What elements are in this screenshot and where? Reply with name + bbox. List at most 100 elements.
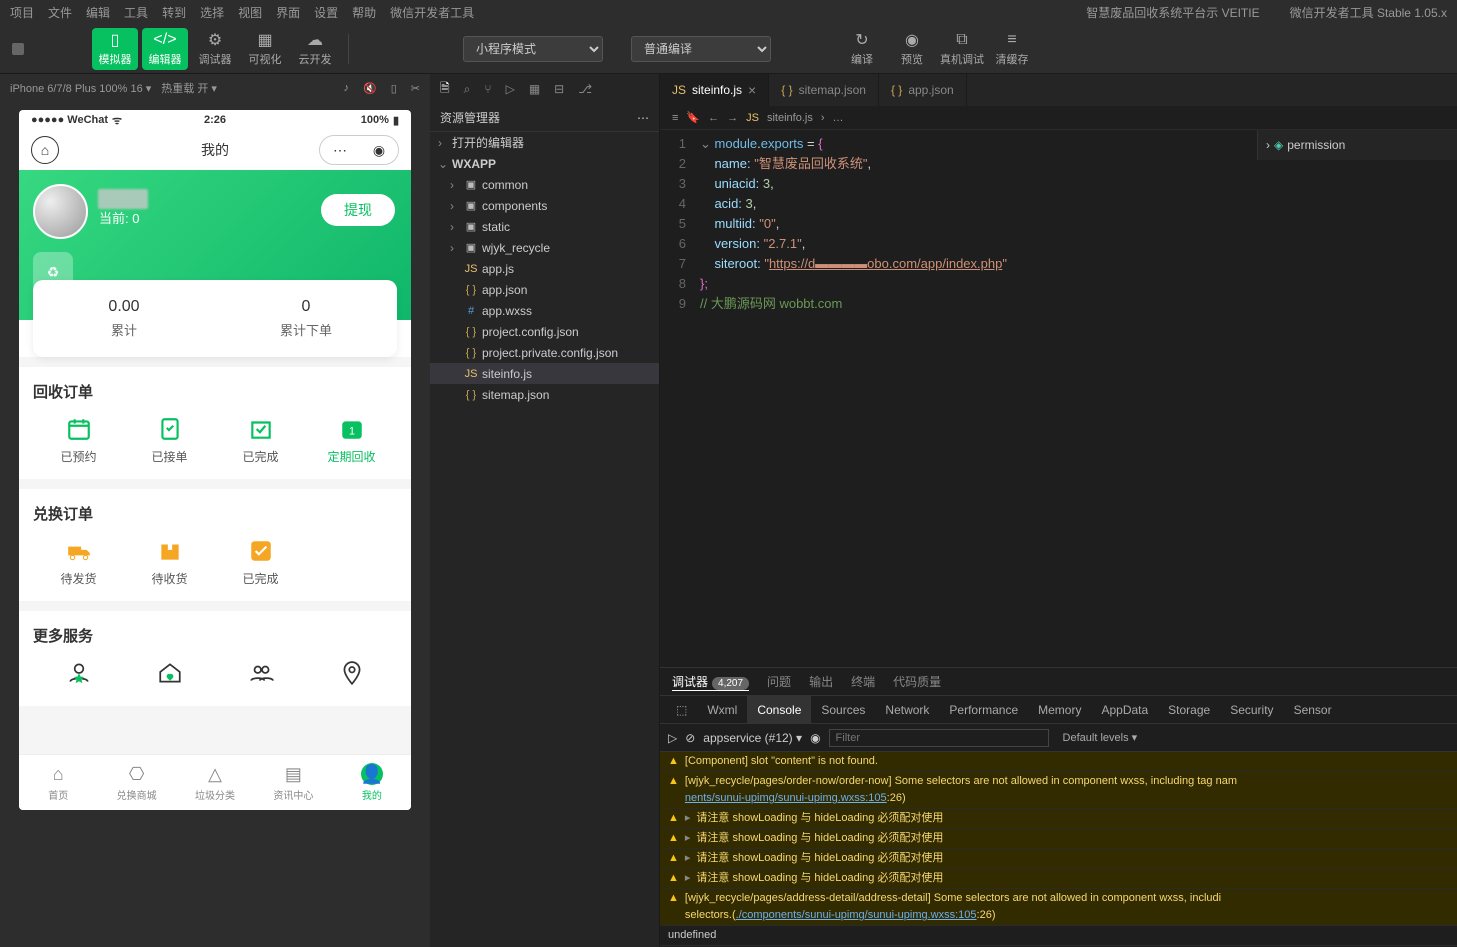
devtab-security[interactable]: Security bbox=[1220, 696, 1283, 724]
project-root[interactable]: ⌄WXAPP bbox=[430, 153, 659, 174]
order-periodic[interactable]: 1定期回收 bbox=[306, 416, 397, 465]
devtab-console[interactable]: Console bbox=[747, 696, 811, 724]
tab-shop[interactable]: ⎔兑换商城 bbox=[97, 755, 175, 810]
menu-select[interactable]: 选择 bbox=[200, 4, 224, 21]
file-app.wxss[interactable]: #app.wxss bbox=[430, 300, 659, 321]
fwd-icon[interactable]: → bbox=[727, 112, 738, 124]
crumb-file[interactable]: siteinfo.js bbox=[767, 112, 813, 124]
receive-pending[interactable]: 待收货 bbox=[124, 538, 215, 587]
sim-sound-icon[interactable]: ♪ bbox=[344, 82, 350, 95]
preview-button[interactable]: ◉预览 bbox=[889, 28, 935, 70]
devtab-memory[interactable]: Memory bbox=[1028, 696, 1091, 724]
avatar[interactable] bbox=[33, 184, 88, 239]
menu-settings[interactable]: 设置 bbox=[314, 4, 338, 21]
file-app.json[interactable]: { }app.json bbox=[430, 279, 659, 300]
menu-go[interactable]: 转到 bbox=[162, 4, 186, 21]
devtab-network[interactable]: Network bbox=[875, 696, 939, 724]
simulator-button[interactable]: ▯模拟器 bbox=[92, 28, 138, 70]
menu-tools[interactable]: 工具 bbox=[124, 4, 148, 21]
outline-item[interactable]: ›◈permission bbox=[1266, 134, 1449, 156]
eye-icon[interactable]: ◉ bbox=[810, 731, 820, 745]
search-icon[interactable]: ⌕ bbox=[464, 82, 471, 97]
svc-3[interactable] bbox=[215, 660, 306, 692]
inspect-icon[interactable]: ⬚ bbox=[666, 696, 697, 724]
folder-common[interactable]: ›▣common bbox=[430, 174, 659, 195]
tab-news[interactable]: ▤资讯中心 bbox=[254, 755, 332, 810]
folder-static[interactable]: ›▣static bbox=[430, 216, 659, 237]
sim-mute-icon[interactable]: 🔇 bbox=[363, 82, 377, 95]
tab-siteinfo[interactable]: JSsiteinfo.js× bbox=[660, 74, 769, 106]
ship-pending[interactable]: 待发货 bbox=[33, 538, 124, 587]
code-editor[interactable]: 123456789 ⌄ module.exports = { name: "智慧… bbox=[660, 130, 1007, 667]
clear-cache-button[interactable]: ≡清缓存 bbox=[989, 28, 1035, 70]
list-icon[interactable]: ≡ bbox=[672, 112, 678, 124]
source-link[interactable]: nents/sunui-upimg/sunui-upimg.wxss:105 bbox=[685, 792, 887, 804]
context-select[interactable]: appservice (#12) ▾ bbox=[703, 731, 802, 745]
exchange-done[interactable]: 已完成 bbox=[215, 538, 306, 587]
file-project.private.config.json[interactable]: { }project.private.config.json bbox=[430, 342, 659, 363]
order-done[interactable]: 已完成 bbox=[215, 416, 306, 465]
devtab-appdata[interactable]: AppData bbox=[1091, 696, 1158, 724]
menu-view[interactable]: 视图 bbox=[238, 4, 262, 21]
devtab-storage[interactable]: Storage bbox=[1158, 696, 1220, 724]
git-icon[interactable]: ⎇ bbox=[578, 82, 592, 96]
order-booked[interactable]: 已预约 bbox=[33, 416, 124, 465]
tab-appjson[interactable]: { }app.json bbox=[879, 74, 967, 106]
menu-file[interactable]: 文件 bbox=[48, 4, 72, 21]
btab-quality[interactable]: 代码质量 bbox=[893, 673, 941, 690]
svc-2[interactable] bbox=[124, 660, 215, 692]
file-sitemap.json[interactable]: { }sitemap.json bbox=[430, 384, 659, 405]
debugger-button[interactable]: ⚙调试器 bbox=[192, 28, 238, 70]
device-dropdown[interactable]: iPhone 6/7/8 Plus 100% 16 ▾ bbox=[10, 82, 151, 95]
folder-components[interactable]: ›▣components bbox=[430, 195, 659, 216]
home-button[interactable]: ⌂ bbox=[31, 136, 59, 164]
btab-debugger[interactable]: 调试器4,207 bbox=[672, 673, 749, 691]
back-icon[interactable]: ← bbox=[708, 112, 719, 124]
btab-terminal[interactable]: 终端 bbox=[851, 673, 875, 690]
open-editors[interactable]: ›打开的编辑器 bbox=[430, 132, 659, 153]
tab-sort[interactable]: △垃圾分类 bbox=[176, 755, 254, 810]
stat-orders[interactable]: 0累计下单 bbox=[215, 298, 397, 339]
remote-debug-button[interactable]: ⧉真机调试 bbox=[939, 28, 985, 70]
withdraw-button[interactable]: 提现 bbox=[321, 194, 395, 226]
devtab-sources[interactable]: Sources bbox=[811, 696, 875, 724]
menu-wechat[interactable]: 微信开发者工具 bbox=[390, 4, 474, 21]
more-icon[interactable]: ⋯ bbox=[637, 111, 649, 125]
devtab-performance[interactable]: Performance bbox=[939, 696, 1028, 724]
tab-sitemap[interactable]: { }sitemap.json bbox=[769, 74, 879, 106]
capsule[interactable]: ⋯◉ bbox=[319, 135, 399, 165]
sim-rotate-icon[interactable]: ▯ bbox=[391, 82, 397, 95]
db-icon[interactable]: ⊟ bbox=[554, 82, 564, 96]
compile-select[interactable]: 普通编译 bbox=[631, 36, 771, 62]
source-link[interactable]: ./components/sunui-upimg/sunui-upimg.wxs… bbox=[736, 909, 977, 921]
tab-mine[interactable]: 👤我的 bbox=[333, 755, 411, 810]
btab-problems[interactable]: 问题 bbox=[767, 673, 791, 690]
devtab-sensor[interactable]: Sensor bbox=[1284, 696, 1342, 724]
filter-input[interactable] bbox=[829, 729, 1049, 747]
hotreload-dropdown[interactable]: 热重载 开 ▾ bbox=[161, 80, 217, 96]
sim-cut-icon[interactable]: ✂ bbox=[411, 82, 420, 95]
visual-button[interactable]: ▦可视化 bbox=[242, 28, 288, 70]
console-output[interactable]: ▲[Component] slot "content" is not found… bbox=[660, 752, 1457, 947]
file-siteinfo.js[interactable]: JSsiteinfo.js bbox=[430, 363, 659, 384]
menu-help[interactable]: 帮助 bbox=[352, 4, 376, 21]
bookmark-icon[interactable]: 🔖 bbox=[686, 111, 700, 124]
file-project.config.json[interactable]: { }project.config.json bbox=[430, 321, 659, 342]
svc-4[interactable] bbox=[306, 660, 397, 692]
files-icon[interactable]: 🗎 bbox=[440, 79, 450, 100]
svc-1[interactable] bbox=[33, 660, 124, 692]
cloud-button[interactable]: ☁云开发 bbox=[292, 28, 338, 70]
tab-home[interactable]: ⌂首页 bbox=[19, 755, 97, 810]
clear-icon[interactable]: ⊘ bbox=[685, 731, 695, 745]
close-icon[interactable]: × bbox=[748, 82, 756, 98]
menu-edit[interactable]: 编辑 bbox=[86, 4, 110, 21]
folder-wjyk[interactable]: ›▣wjyk_recycle bbox=[430, 237, 659, 258]
ext-icon[interactable]: ▦ bbox=[529, 82, 540, 96]
menu-ui[interactable]: 界面 bbox=[276, 4, 300, 21]
btab-output[interactable]: 输出 bbox=[809, 673, 833, 690]
file-app.js[interactable]: JSapp.js bbox=[430, 258, 659, 279]
stat-total[interactable]: 0.00累计 bbox=[33, 298, 215, 339]
compile-button[interactable]: ↻编译 bbox=[839, 28, 885, 70]
editor-button[interactable]: </>编辑器 bbox=[142, 28, 188, 70]
play-icon[interactable]: ▷ bbox=[668, 731, 677, 745]
